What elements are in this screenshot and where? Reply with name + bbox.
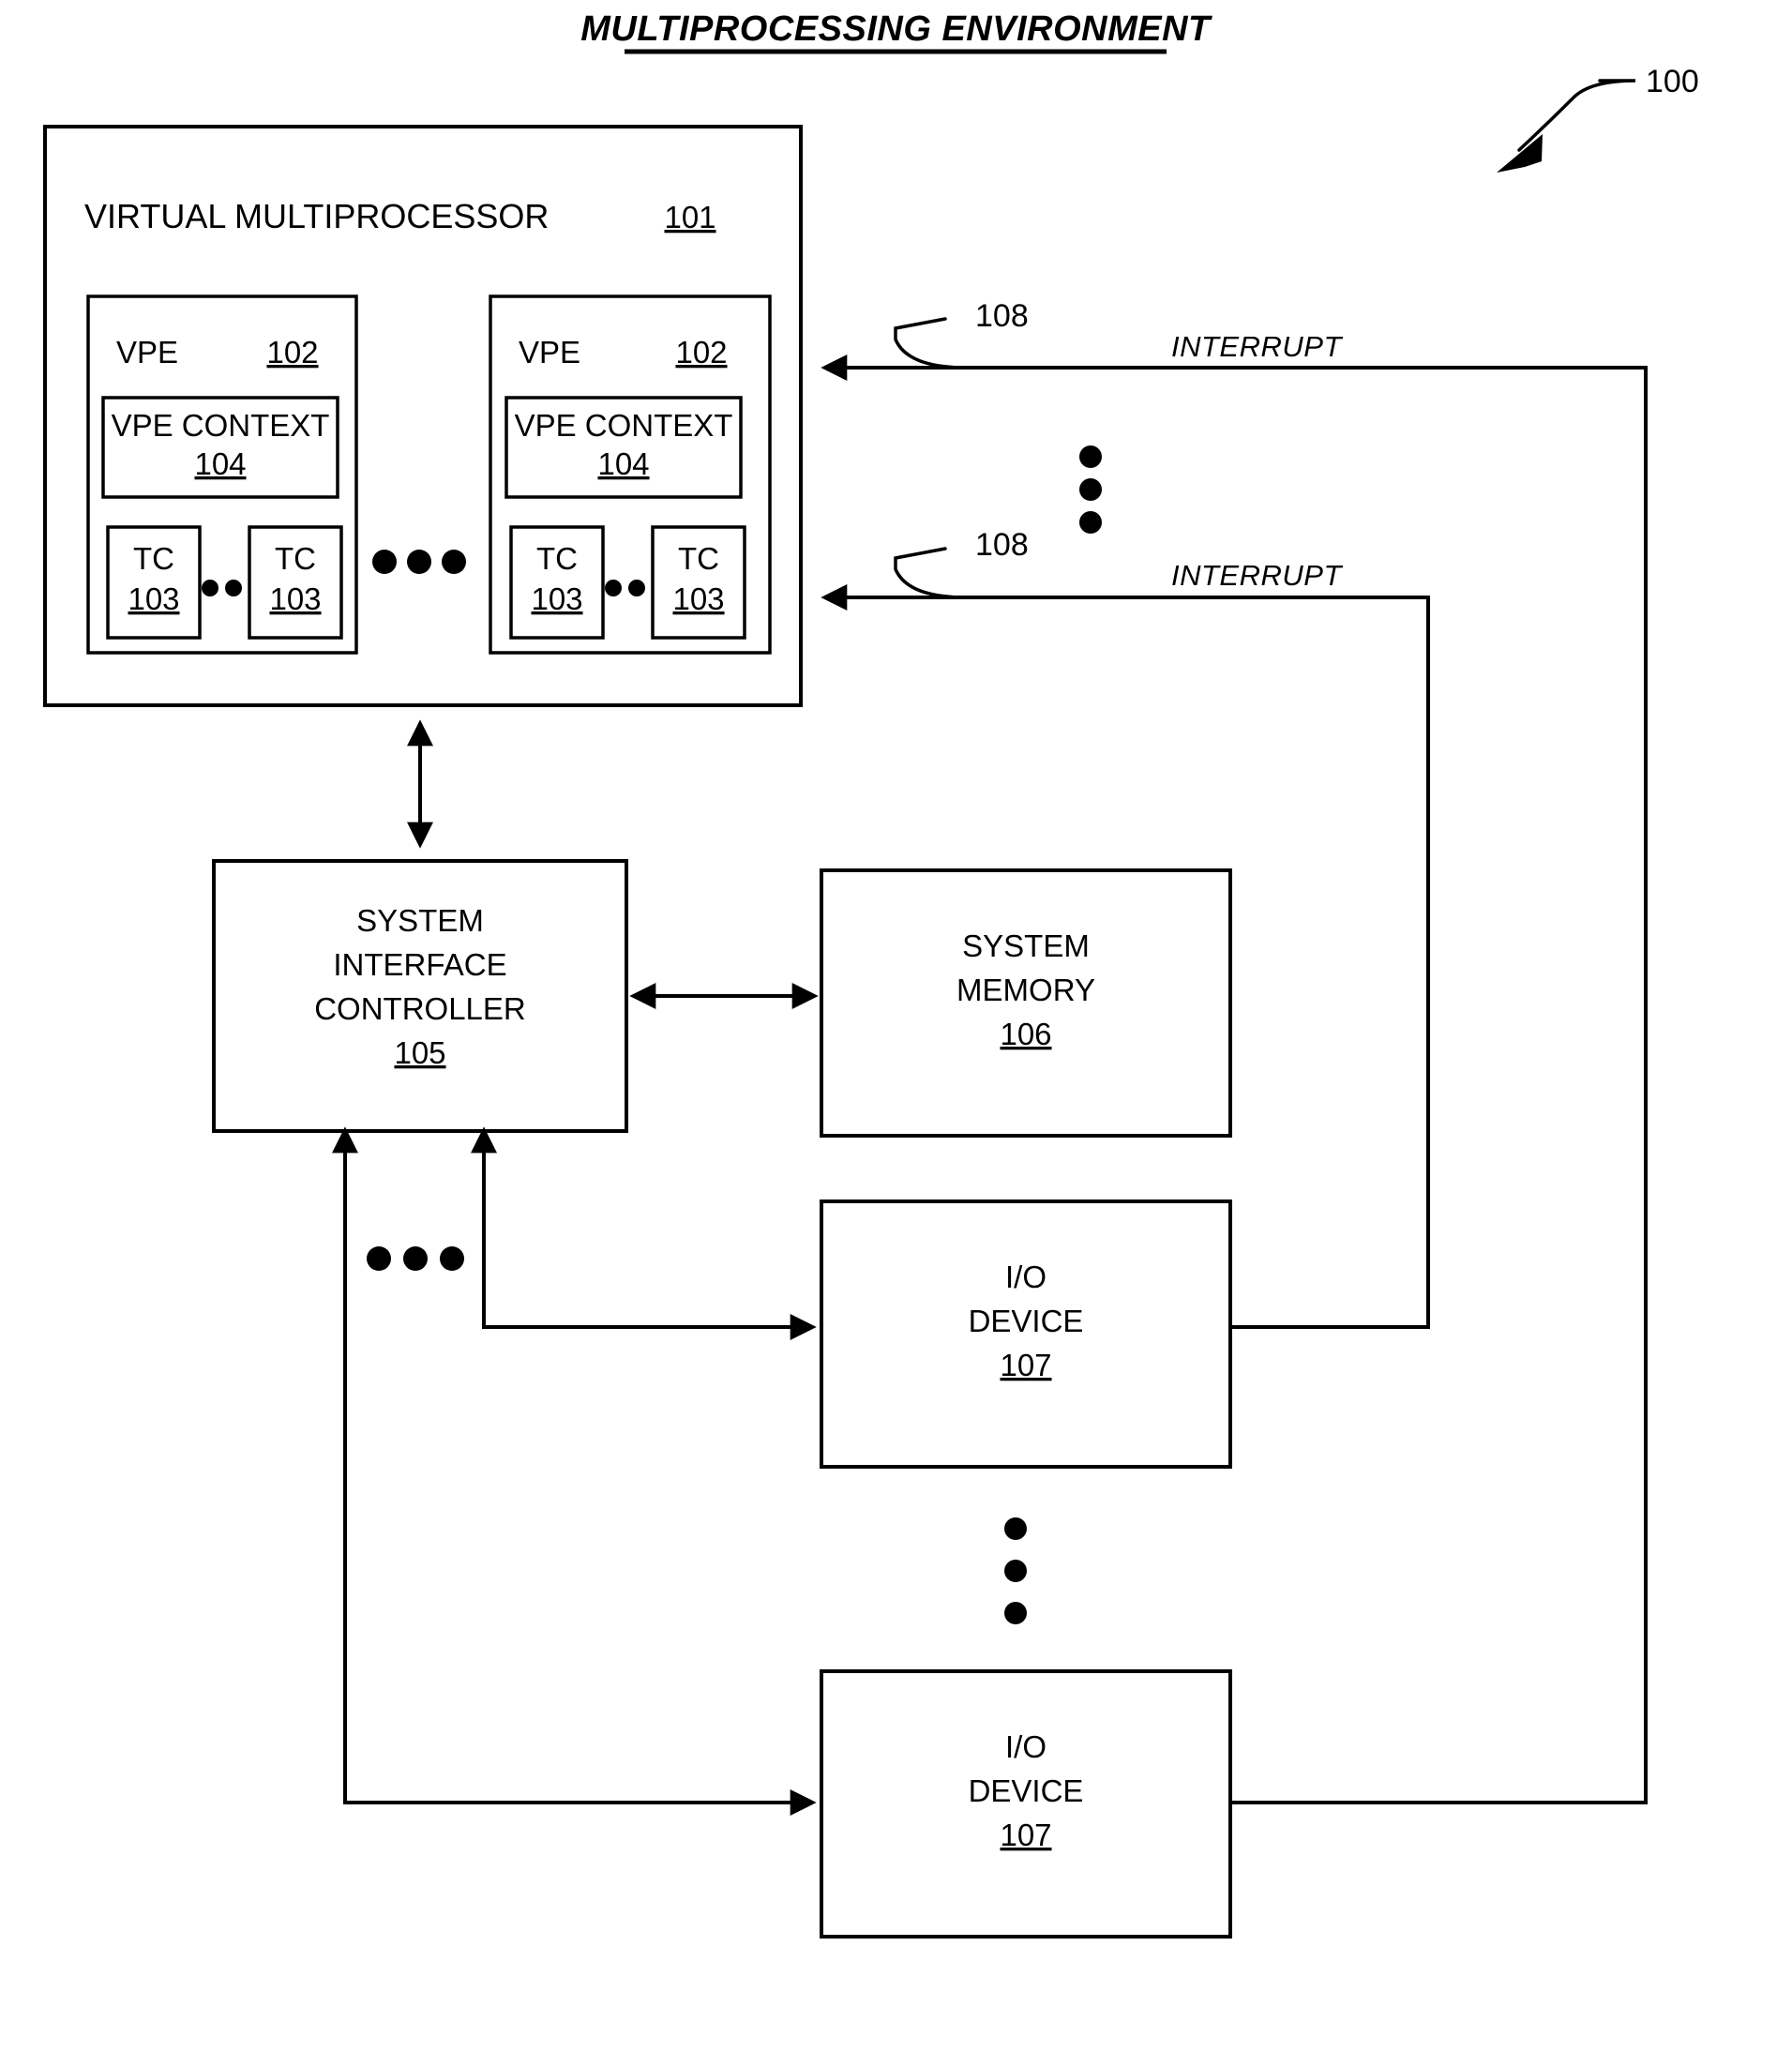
tc-label-0-1: TC: [275, 541, 316, 576]
io-device-ref-1: 107: [1000, 1818, 1051, 1852]
interrupt-label-0: INTERRUPT: [1171, 330, 1343, 363]
io-device-ellipsis-dots: [1004, 1517, 1027, 1624]
sic-line2: INTERFACE: [333, 947, 506, 982]
interrupt-ref-leader-0: [894, 317, 968, 370]
io0-interrupt-connector: [1230, 601, 1430, 1329]
system-interface-controller-block: SYSTEM INTERFACE CONTROLLER 105: [212, 859, 628, 1133]
tc-ref-0-1: 103: [269, 581, 321, 616]
tc-label-1-1: TC: [678, 541, 719, 576]
vpe-block-0: VPE 102 VPE CONTEXT 104 TC 103 TC 103: [86, 294, 358, 655]
sic-io0-request-line: [482, 1140, 817, 1340]
tc-ref-0-0: 103: [128, 581, 179, 616]
system-memory-line2: MEMORY: [956, 973, 1095, 1007]
tc-ref-1-0: 103: [531, 581, 582, 616]
interrupt-ref-1: 108: [975, 527, 1029, 563]
tc-ref-1-1: 103: [672, 581, 724, 616]
vpe-context-ref-0: 104: [194, 446, 246, 481]
patent-figure-canvas: MULTIPROCESSING ENVIRONMENT 100 VIRTUAL …: [0, 0, 1792, 2067]
interrupt-path-1: 108 INTERRUPT: [821, 527, 1430, 611]
vpe-ellipsis: [372, 550, 466, 574]
figure-title: MULTIPROCESSING ENVIRONMENT: [580, 9, 1212, 49]
system-memory-ref: 106: [1000, 1017, 1051, 1051]
tc-label-0-0: TC: [133, 541, 174, 576]
sic-ref: 105: [394, 1035, 445, 1070]
io-bus-ellipsis: [367, 1246, 464, 1271]
interrupt-connector-1: [821, 584, 1430, 611]
sic-line3: CONTROLLER: [314, 991, 526, 1026]
io-device-line2-0: DEVICE: [969, 1304, 1084, 1338]
io-device-line1-1: I/O: [1005, 1729, 1047, 1764]
vpe-block-1: VPE 102 VPE CONTEXT 104 TC 103 TC 103: [489, 294, 772, 655]
figure-ref-label: 100: [1646, 64, 1699, 99]
virtual-multiprocessor-label: VIRTUAL MULTIPROCESSOR: [84, 197, 549, 235]
io-device-line2-1: DEVICE: [969, 1773, 1084, 1808]
interrupt-ref-leader-1: [894, 547, 968, 599]
io-device-block-0: I/O DEVICE 107: [820, 1199, 1232, 1469]
figure-ref-arrowhead: [1497, 134, 1543, 173]
io-device-line1-0: I/O: [1005, 1260, 1047, 1294]
system-memory-line1: SYSTEM: [962, 928, 1090, 963]
sic-io1-request-line: [343, 1140, 817, 1816]
interrupt-ellipsis-dots: [1079, 445, 1102, 534]
sic-line1: SYSTEM: [356, 903, 484, 938]
virtual-multiprocessor-ref: 101: [664, 200, 715, 234]
figure-title-group: MULTIPROCESSING ENVIRONMENT: [580, 9, 1212, 54]
vpe-label-1: VPE: [519, 335, 580, 370]
tc-label-1-0: TC: [536, 541, 578, 576]
sic-io0-connector: [471, 1126, 817, 1340]
vpe-context-ref-1: 104: [597, 446, 649, 481]
io0-interrupt-line: [1230, 601, 1430, 1329]
figure-ref-group: 100: [1497, 64, 1699, 173]
io-device-block-1: I/O DEVICE 107: [820, 1669, 1232, 1939]
diagram-svg: MULTIPROCESSING ENVIRONMENT 100 VIRTUAL …: [43, 9, 1699, 1939]
vpe-label-0: VPE: [116, 335, 178, 370]
sic-io1-connector: [332, 1126, 817, 1816]
interrupt-ref-0: 108: [975, 298, 1029, 334]
io-device-ref-0: 107: [1000, 1348, 1051, 1382]
interrupt-label-1: INTERRUPT: [1171, 559, 1343, 592]
vpe-ref-1: 102: [675, 335, 727, 370]
vpe-context-label-1: VPE CONTEXT: [515, 408, 733, 443]
interrupt-path-0: 108 INTERRUPT: [821, 298, 1648, 381]
vpe-ref-0: 102: [266, 335, 318, 370]
vpe-context-label-0: VPE CONTEXT: [112, 408, 330, 443]
interrupt-connector-0: [821, 355, 1648, 381]
system-memory-block: SYSTEM MEMORY 106: [820, 868, 1232, 1138]
